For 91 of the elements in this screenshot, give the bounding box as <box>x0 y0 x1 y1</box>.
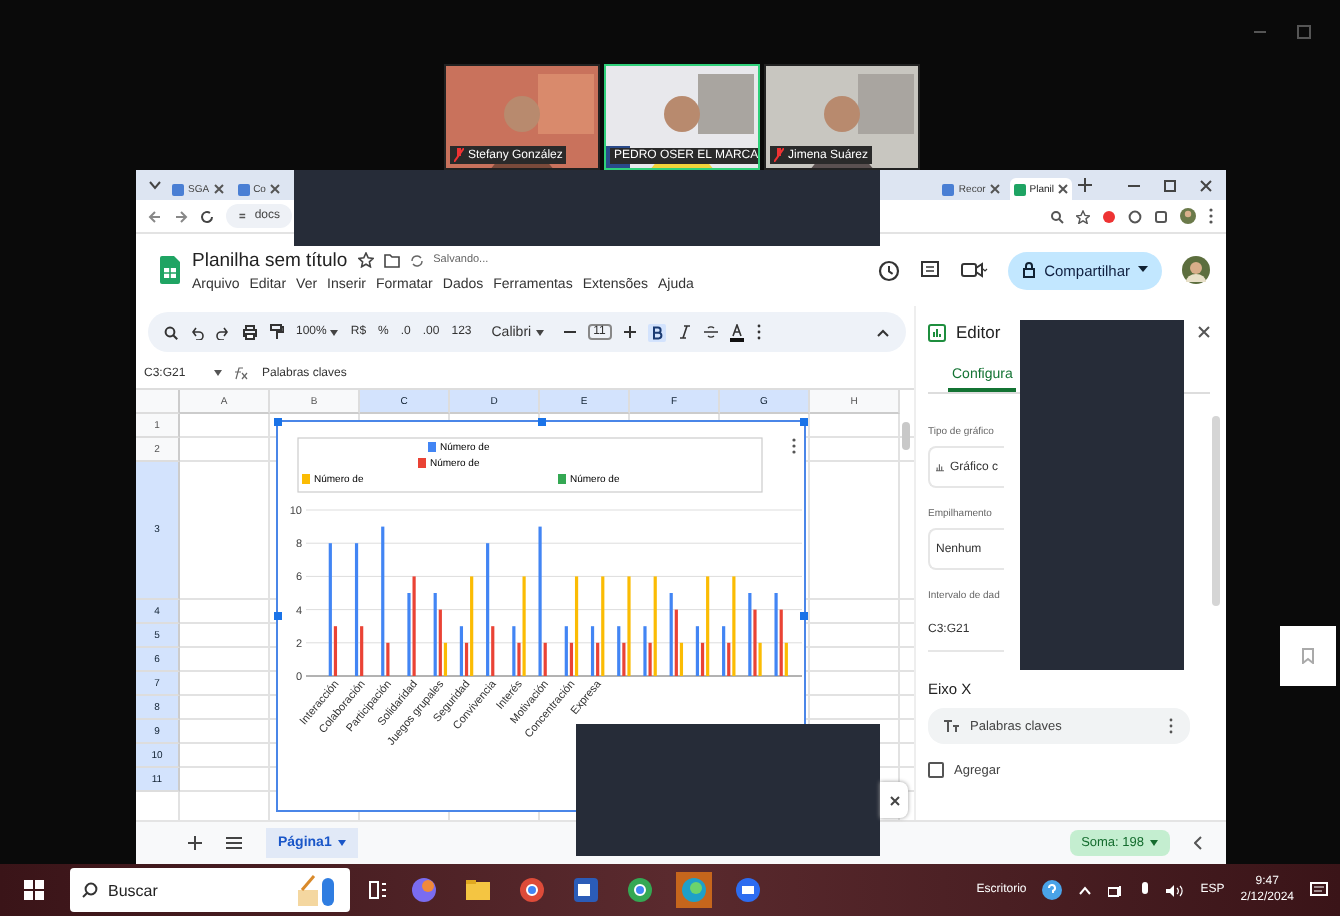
comment-icon[interactable] <box>920 260 941 280</box>
document-app-icon[interactable] <box>568 872 604 908</box>
zoom-icon[interactable] <box>1050 209 1064 223</box>
resize-handle[interactable] <box>800 418 808 426</box>
folder-icon[interactable] <box>383 252 400 268</box>
close-icon[interactable] <box>989 184 1000 194</box>
page-icon <box>237 183 250 195</box>
minus-icon[interactable] <box>563 326 576 338</box>
sync-icon <box>409 253 424 267</box>
history-icon[interactable] <box>878 259 901 281</box>
search-field[interactable]: Buscar <box>70 868 350 912</box>
help-icon[interactable] <box>1042 880 1063 900</box>
close-icon[interactable] <box>1198 326 1210 338</box>
caret-icon <box>1150 840 1158 846</box>
undo-icon[interactable] <box>190 325 204 339</box>
video-call-icon[interactable] <box>960 260 989 280</box>
menu-icon[interactable] <box>226 836 242 850</box>
search-icon[interactable] <box>164 325 178 339</box>
strikethrough-icon[interactable] <box>703 324 718 340</box>
chart-bar[interactable] <box>700 642 705 676</box>
chart-bar[interactable] <box>464 642 469 676</box>
notifications-icon[interactable] <box>1310 881 1328 899</box>
app-icon[interactable] <box>406 872 442 908</box>
close-icon[interactable] <box>889 795 899 805</box>
close-icon[interactable] <box>213 184 224 194</box>
text-type-icon <box>944 720 960 732</box>
maximize-icon[interactable] <box>1162 177 1178 193</box>
page-icon <box>942 183 955 195</box>
resize-handle[interactable] <box>274 612 282 620</box>
task-view-icon[interactable] <box>368 880 388 900</box>
panel-title: Editor <box>956 322 1001 342</box>
document-title[interactable]: Planilha sem título <box>192 249 348 271</box>
pencil-cup-icon[interactable] <box>294 872 338 908</box>
add-sheet-icon[interactable] <box>188 836 202 850</box>
caret-icon[interactable] <box>214 370 222 376</box>
collapse-icon[interactable] <box>876 327 890 337</box>
more-icon[interactable] <box>1208 208 1214 224</box>
reload-icon[interactable] <box>200 209 214 223</box>
select-all-cell[interactable] <box>136 390 180 414</box>
puzzle-icon[interactable] <box>1154 209 1168 223</box>
browser-icon[interactable] <box>514 872 550 908</box>
star-icon[interactable] <box>1076 209 1090 223</box>
forward-icon[interactable] <box>174 209 188 223</box>
page-icon <box>172 183 184 195</box>
chart-bar[interactable] <box>590 626 595 676</box>
resize-handle[interactable] <box>537 418 545 426</box>
spreadsheet-logo-icon[interactable] <box>160 256 180 284</box>
chart-icon <box>928 323 946 341</box>
paint-format-icon[interactable] <box>270 324 284 340</box>
side-button[interactable] <box>1280 626 1336 686</box>
more-icon[interactable] <box>1168 718 1174 734</box>
site-info-icon <box>238 210 247 222</box>
more-icon[interactable] <box>755 324 762 340</box>
chart-bar[interactable] <box>333 626 338 676</box>
page-icon <box>1013 183 1026 195</box>
close-icon[interactable] <box>269 184 280 194</box>
browser-icon[interactable] <box>622 872 658 908</box>
text-color-icon[interactable] <box>729 323 744 341</box>
scrollbar-thumb[interactable] <box>1212 416 1220 606</box>
windows-logo-icon[interactable] <box>24 880 44 900</box>
microphone-icon[interactable] <box>1140 882 1151 898</box>
checkbox[interactable] <box>928 762 944 778</box>
collapse-icon[interactable] <box>1194 836 1202 850</box>
chart-bar[interactable] <box>354 543 359 676</box>
lock-icon <box>1022 262 1037 278</box>
avatar-icon[interactable] <box>1182 256 1210 284</box>
avatar-icon[interactable] <box>1180 208 1196 224</box>
resize-handle[interactable] <box>800 612 808 620</box>
video-app-icon[interactable] <box>730 872 766 908</box>
network-icon[interactable] <box>1108 883 1125 897</box>
plus-icon[interactable] <box>623 326 636 338</box>
bookmark-icon <box>1302 648 1314 664</box>
bar-chart-icon <box>936 460 944 474</box>
new-tab-icon[interactable] <box>1078 178 1092 192</box>
search-icon <box>82 882 98 898</box>
italic-icon[interactable] <box>677 324 692 340</box>
bold-icon[interactable] <box>647 323 666 341</box>
back-icon[interactable] <box>148 209 162 223</box>
redo-icon[interactable] <box>216 325 230 339</box>
function-icon <box>232 366 248 380</box>
caret-icon <box>1138 266 1148 274</box>
print-icon[interactable] <box>242 324 258 340</box>
resize-handle[interactable] <box>274 418 282 426</box>
star-icon[interactable] <box>357 252 374 268</box>
tab-list-icon[interactable] <box>148 178 162 192</box>
close-icon[interactable] <box>1058 184 1068 194</box>
chart-bar[interactable] <box>569 642 574 676</box>
speaker-icon[interactable] <box>1166 883 1185 897</box>
chevron-up-icon[interactable] <box>1078 885 1093 895</box>
close-icon[interactable] <box>1198 177 1214 193</box>
caret-icon <box>337 840 346 846</box>
